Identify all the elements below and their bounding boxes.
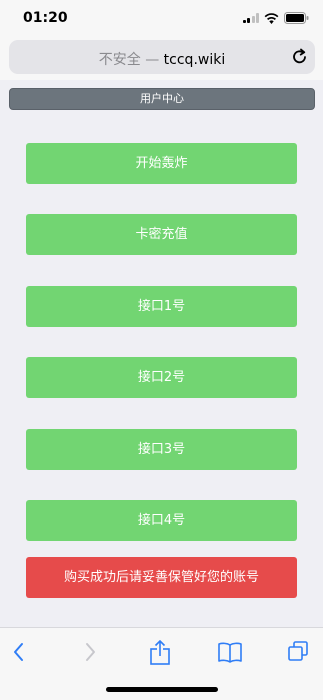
share-icon[interactable]	[149, 640, 171, 666]
browser-address-area: 不安全 — tccq.wiki	[0, 34, 323, 80]
address-bar[interactable]: 不安全 — tccq.wiki	[9, 40, 315, 74]
forward-icon[interactable]	[82, 640, 98, 664]
interface-3-button[interactable]: 接口3号	[26, 429, 297, 470]
tabs-icon[interactable]	[287, 640, 309, 664]
user-center-nav[interactable]: 用户中心	[9, 88, 315, 110]
interface-2-button[interactable]: 接口2号	[26, 357, 297, 398]
card-recharge-button[interactable]: 卡密充值	[26, 214, 297, 255]
account-notice-banner[interactable]: 购买成功后请妥善保管好您的账号	[26, 557, 297, 598]
status-icons	[242, 12, 310, 24]
interface-4-button[interactable]: 接口4号	[26, 500, 297, 541]
interface-1-button[interactable]: 接口1号	[26, 286, 297, 327]
wifi-icon	[264, 12, 279, 24]
back-icon[interactable]	[11, 640, 27, 664]
start-bombing-button[interactable]: 开始轰炸	[26, 143, 297, 184]
status-bar: 01:20	[0, 0, 323, 34]
home-indicator	[106, 687, 218, 692]
url-insecure-label: 不安全 —	[98, 52, 164, 68]
url-text: 不安全 — tccq.wiki	[9, 49, 315, 69]
url-domain: tccq.wiki	[163, 52, 226, 68]
battery-icon	[284, 12, 309, 24]
status-time: 01:20	[23, 10, 68, 26]
bookmarks-icon[interactable]	[217, 640, 243, 664]
cellular-signal-icon	[242, 13, 259, 23]
reload-icon[interactable]	[292, 48, 308, 65]
